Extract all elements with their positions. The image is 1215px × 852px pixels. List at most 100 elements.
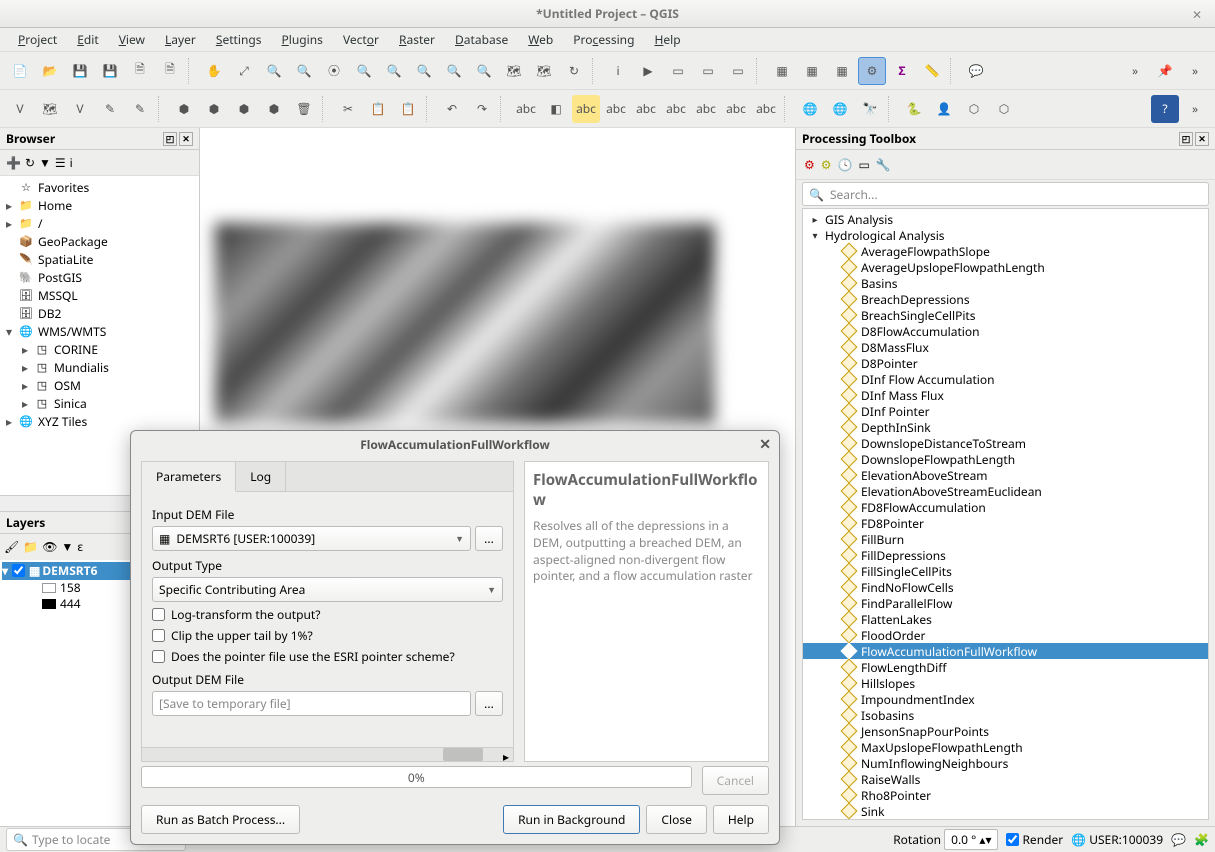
close-button[interactable]: Close	[646, 805, 706, 834]
redo-icon[interactable]: ↷	[468, 95, 496, 123]
crs-button[interactable]: 🌐 USER:100039	[1071, 831, 1163, 848]
toolbox-algorithm[interactable]: DInf Pointer	[803, 403, 1208, 419]
toolbox-algorithm[interactable]: Basins	[803, 275, 1208, 291]
browser-item[interactable]: ▸ 📁 /	[4, 214, 195, 232]
overflow3-icon[interactable]: »	[1181, 95, 1209, 123]
esri-scheme-checkbox-row[interactable]: Does the pointer file use the ESRI point…	[152, 648, 503, 665]
output-type-select[interactable]: Specific Contributing Area ▼	[152, 577, 503, 602]
copy-icon[interactable]: 📋	[364, 95, 392, 123]
expand-icon[interactable]: ▸	[20, 341, 30, 358]
output-dem-input[interactable]: [Save to temporary file]	[152, 691, 471, 716]
add-layer-icon[interactable]: ➕	[6, 154, 21, 171]
style-icon[interactable]: 🖌	[4, 538, 19, 555]
node-tool-icon[interactable]: ⬢	[260, 95, 288, 123]
browser-item[interactable]: ▸ ◳ OSM	[4, 376, 195, 394]
globe-icon[interactable]: 🌐	[796, 95, 824, 123]
toolbox-algorithm[interactable]: SnapPourPoints	[803, 819, 1208, 820]
add-raster-icon[interactable]: 🗺	[36, 95, 64, 123]
toolbox-group[interactable]: ▾Hydrological Analysis	[803, 227, 1208, 243]
options-icon[interactable]: 🔧	[876, 156, 891, 173]
zoom-out-icon[interactable]: 🔍	[290, 57, 318, 85]
expand-icon[interactable]: ▸	[4, 197, 14, 214]
toolbox-icon[interactable]: ⚙	[858, 57, 886, 85]
layout-icon[interactable]: 🗎	[126, 57, 154, 85]
form-scrollbar[interactable]: ▸	[142, 747, 513, 761]
add-vector-icon[interactable]: V	[6, 95, 34, 123]
label7-icon[interactable]: abc	[692, 95, 720, 123]
log-transform-checkbox-row[interactable]: Log-transform the output?	[152, 606, 503, 623]
cut-icon[interactable]: ✂	[334, 95, 362, 123]
toolbox-algorithm[interactable]: DInf Flow Accumulation	[803, 371, 1208, 387]
measure-icon[interactable]: 📏	[918, 57, 946, 85]
toolbox-algorithm[interactable]: Hillslopes	[803, 675, 1208, 691]
toolbox-algorithm[interactable]: BreachDepressions	[803, 291, 1208, 307]
browser-item[interactable]: ☆ Favorites	[4, 178, 195, 196]
browser-item[interactable]: ▸ 📁 Home	[4, 196, 195, 214]
label2-icon[interactable]: ◧	[542, 95, 570, 123]
menu-edit[interactable]: Edit	[69, 29, 107, 50]
toolbox-algorithm[interactable]: DepthInSink	[803, 419, 1208, 435]
render-checkbox-field[interactable]: Render	[1006, 831, 1063, 848]
save-project-icon[interactable]: 💾	[66, 57, 94, 85]
toolbox-algorithm[interactable]: Sink	[803, 803, 1208, 819]
browser-item[interactable]: ▸ ◳ Mundialis	[4, 358, 195, 376]
input-dem-select[interactable]: ▦ DEMSRT6 [USER:100039] ▼	[152, 526, 471, 551]
collapse-all-icon[interactable]: ☰	[55, 154, 66, 171]
render-checkbox[interactable]	[1006, 833, 1019, 846]
globe2-icon[interactable]: 🌐	[826, 95, 854, 123]
toolbox-algorithm[interactable]: D8Pointer	[803, 355, 1208, 371]
undo-icon[interactable]: ↶	[438, 95, 466, 123]
delete-icon[interactable]: 🗑	[290, 95, 318, 123]
expand-icon[interactable]: ▸	[4, 413, 14, 430]
overflow2-icon[interactable]: »	[1181, 57, 1209, 85]
expand-icon[interactable]: ▸	[20, 377, 30, 394]
deselect-icon[interactable]: ▭	[724, 57, 752, 85]
label6-icon[interactable]: abc	[662, 95, 690, 123]
browser-item[interactable]: 🗄 MSSQL	[4, 286, 195, 304]
rotation-spinner[interactable]: 0.0 ° ▴▾	[944, 829, 998, 850]
label8-icon[interactable]: abc	[722, 95, 750, 123]
toolbox-algorithm[interactable]: JensonSnapPourPoints	[803, 723, 1208, 739]
toolbox-algorithm[interactable]: FlowLengthDiff	[803, 659, 1208, 675]
binoculars-icon[interactable]: 🔭	[856, 95, 884, 123]
add-group-icon[interactable]: 📁	[23, 538, 38, 555]
panel-close-icon[interactable]: ✕	[179, 132, 193, 146]
expand-icon[interactable]: ▸	[20, 395, 30, 412]
model-icon[interactable]: ⚙	[804, 156, 815, 173]
toolbox-algorithm[interactable]: D8FlowAccumulation	[803, 323, 1208, 339]
save-edits-icon[interactable]: ✎	[126, 95, 154, 123]
toolbox-algorithm[interactable]: Isobasins	[803, 707, 1208, 723]
results-icon[interactable]: ▭	[858, 156, 869, 173]
menu-processing[interactable]: Processing	[565, 29, 642, 50]
menu-plugins[interactable]: Plugins	[274, 29, 331, 50]
plugin2-icon[interactable]: ⬡	[990, 95, 1018, 123]
layer-visibility-checkbox[interactable]	[12, 564, 25, 577]
log-transform-checkbox[interactable]	[152, 608, 165, 621]
toolbox-algorithm[interactable]: FD8Pointer	[803, 515, 1208, 531]
messages-icon[interactable]: 💬	[1171, 831, 1186, 848]
new-project-icon[interactable]: 📄	[6, 57, 34, 85]
plugin-status-icon[interactable]: 🧩	[1194, 831, 1209, 848]
label9-icon[interactable]: abc	[752, 95, 780, 123]
toolbox-algorithm[interactable]: ElevationAboveStreamEuclidean	[803, 483, 1208, 499]
zoom-selection-icon[interactable]: 🔍	[380, 57, 408, 85]
toolbox-algorithm[interactable]: RaiseWalls	[803, 771, 1208, 787]
select-icon[interactable]: ▭	[664, 57, 692, 85]
pan-icon[interactable]: ✋	[200, 57, 228, 85]
manage-visibility-icon[interactable]: 👁	[42, 538, 57, 555]
select-form-icon[interactable]: ▭	[694, 57, 722, 85]
toolbox-close-icon[interactable]: ✕	[1195, 132, 1209, 146]
toolbox-algorithm[interactable]: FindNoFlowCells	[803, 579, 1208, 595]
filter-browser-icon[interactable]: ▼	[39, 154, 51, 171]
zoom-last-icon[interactable]: 🔍	[440, 57, 468, 85]
map-tips-icon[interactable]: 💬	[962, 57, 990, 85]
new-shapefile-icon[interactable]: V	[66, 95, 94, 123]
props-icon[interactable]: ℹ	[70, 154, 73, 171]
add-feature2-icon[interactable]: ⬢	[200, 95, 228, 123]
toolbox-algorithm[interactable]: DownslopeDistanceToStream	[803, 435, 1208, 451]
toolbox-algorithm[interactable]: FindParallelFlow	[803, 595, 1208, 611]
help-icon[interactable]: ?	[1151, 95, 1179, 123]
expand-icon[interactable]: ▾	[4, 323, 14, 340]
toolbox-search-input[interactable]: 🔍 Search...	[802, 182, 1209, 206]
browser-item[interactable]: 🗄 DB2	[4, 304, 195, 322]
